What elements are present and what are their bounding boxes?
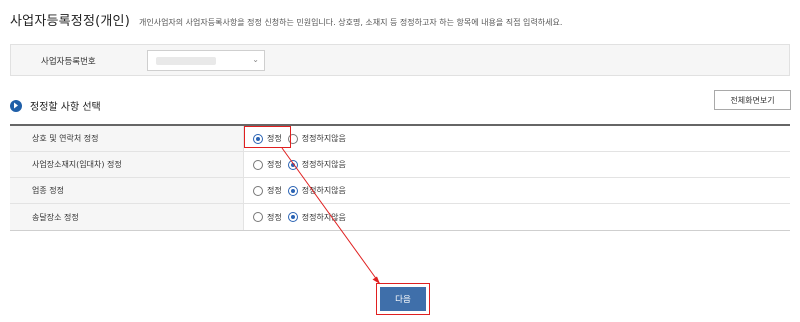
radio-label: 정정하지않음 (301, 160, 346, 169)
table-row: 업종 정정 정정 정정하지않음 (10, 178, 790, 204)
row-options: 정정 정정하지않음 (244, 126, 790, 151)
radio-button[interactable] (287, 185, 298, 196)
next-button[interactable]: 다음 (380, 287, 426, 311)
radio-no-correct-option[interactable]: 정정하지않음 (287, 185, 346, 196)
radio-button[interactable] (253, 212, 263, 222)
row-label: 업종 정정 (10, 178, 244, 203)
radio-correct-option[interactable]: 정정 (253, 159, 282, 170)
radio-label: 정정 (267, 186, 282, 195)
business-number-select[interactable]: ⌄ (147, 50, 265, 71)
radio-button[interactable] (253, 185, 263, 196)
radio-label: 정정 (267, 160, 282, 169)
fullscreen-button[interactable]: 전체화면보기 (714, 90, 791, 110)
row-label: 상호 및 연락처 정정 (10, 126, 244, 151)
row-label: 사업장소재지(임대차) 정정 (10, 152, 244, 177)
row-options: 정정 정정하지않음 (244, 152, 790, 177)
row-options: 정정 정정하지않음 (244, 204, 790, 230)
table-row: 송달장소 정정 정정 정정하지않음 (10, 204, 790, 230)
page-description: 개인사업자의 사업자등록사항을 정정 신청하는 민원입니다. 상호명, 소재지 … (138, 18, 563, 27)
radio-label: 정정하지않음 (301, 212, 346, 222)
page-header: 사업자등록정정(개인) 개인사업자의 사업자등록사항을 정정 신청하는 민원입니… (10, 10, 562, 29)
highlight-box-radio (244, 126, 291, 148)
business-number-label: 사업자등록번호 (41, 57, 96, 67)
table-row: 상호 및 연락처 정정 정정 정정하지않음 (10, 126, 790, 152)
section-title: 정정할 사항 선택 (30, 102, 101, 113)
chevron-down-icon: ⌄ (252, 55, 259, 64)
radio-correct-option[interactable]: 정정 (253, 212, 282, 223)
row-label: 송달장소 정정 (10, 204, 244, 230)
radio-label: 정정하지않음 (301, 134, 346, 143)
row-options: 정정 정정하지않음 (244, 178, 790, 203)
radio-no-correct-option[interactable]: 정정하지않음 (287, 159, 346, 170)
correction-options-table: 상호 및 연락처 정정 정정 정정하지않음 사업장소재지(임대차) 정정 정정 … (10, 124, 790, 231)
radio-button[interactable] (253, 159, 263, 170)
table-row: 사업장소재지(임대차) 정정 정정 정정하지않음 (10, 152, 790, 178)
business-number-panel: 사업자등록번호 ⌄ (10, 44, 790, 76)
radio-label: 정정하지않음 (301, 186, 346, 195)
radio-no-correct-option[interactable]: 정정하지않음 (287, 133, 346, 144)
radio-button[interactable] (287, 212, 298, 222)
radio-button[interactable] (287, 159, 298, 170)
section-header: 정정할 사항 선택 (10, 98, 101, 113)
radio-correct-option[interactable]: 정정 (253, 185, 282, 196)
page-title: 사업자등록정정(개인) (10, 14, 130, 29)
radio-label: 정정 (267, 212, 282, 222)
masked-business-number (156, 57, 216, 65)
chevron-right-circle-icon (10, 99, 22, 112)
radio-no-correct-option[interactable]: 정정하지않음 (287, 212, 346, 223)
